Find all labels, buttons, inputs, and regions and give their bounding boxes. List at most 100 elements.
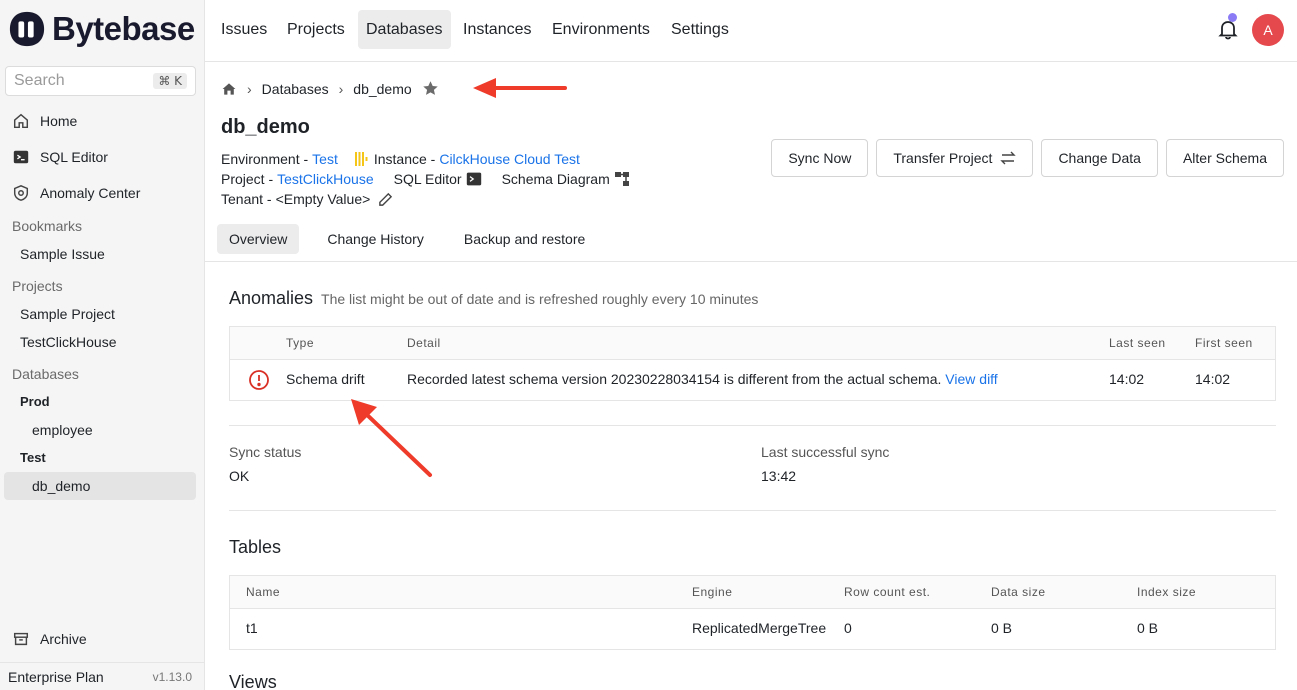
column-header: Row count est. [844, 585, 931, 599]
table-data-size: 0 B [991, 620, 1013, 636]
column-header: Last seen [1109, 336, 1166, 350]
search-input[interactable]: Search ⌘ K [5, 66, 196, 96]
database-item-selected[interactable]: db_demo [32, 478, 90, 494]
terminal-icon[interactable] [466, 171, 482, 187]
pencil-icon[interactable] [378, 192, 393, 207]
alter-schema-button[interactable]: Alter Schema [1165, 139, 1284, 177]
sync-status-label: Sync status [229, 444, 302, 460]
sub-tabs: Overview Change History Backup and resto… [217, 224, 597, 254]
last-sync-label: Last successful sync [761, 444, 890, 460]
project-item[interactable]: Sample Project [20, 306, 115, 322]
bell-icon[interactable] [1217, 18, 1239, 40]
tab-overview[interactable]: Overview [217, 224, 300, 254]
table-engine: ReplicatedMergeTree [692, 620, 827, 636]
bytebase-logo-icon [9, 11, 45, 47]
logo[interactable]: Bytebase [8, 10, 195, 48]
sidebar-item-label: Home [40, 113, 78, 129]
table-header: Type Detail Last seen First seen [230, 327, 1275, 360]
environment-label: Environment - [221, 151, 309, 167]
transfer-project-button[interactable]: Transfer Project [876, 139, 1034, 177]
page-title: db_demo [221, 116, 310, 138]
bookmark-item[interactable]: Sample Issue [20, 246, 105, 262]
sidebar-item-home[interactable]: Home [12, 112, 77, 130]
sidebar-item-sql-editor[interactable]: SQL Editor [12, 148, 108, 166]
project-item[interactable]: TestClickHouse [20, 334, 116, 350]
switch-arrows-icon [1000, 151, 1017, 165]
sidebar-item-label: Anomaly Center [40, 185, 141, 201]
project-link[interactable]: TestClickHouse [277, 171, 373, 187]
databases-heading: Databases [12, 366, 79, 382]
tenant-value: <Empty Value> [275, 191, 371, 207]
version-label: v1.13.0 [152, 669, 192, 684]
bookmarks-heading: Bookmarks [12, 218, 83, 234]
tab-issues[interactable]: Issues [213, 10, 275, 49]
clickhouse-icon [354, 152, 368, 166]
tab-projects[interactable]: Projects [279, 10, 353, 49]
env-label-test: Test [20, 450, 46, 465]
table-row-count: 0 [844, 620, 852, 636]
view-diff-link[interactable]: View diff [945, 371, 997, 387]
table-index-size: 0 B [1137, 620, 1159, 636]
last-sync-value: 13:42 [761, 468, 797, 484]
meta-line-project: Project - TestClickHouse SQL Editor Sche… [221, 171, 630, 187]
views-heading: Views [229, 672, 277, 690]
shield-icon [13, 185, 29, 201]
breadcrumb: › Databases › db_demo [221, 80, 439, 97]
button-label: Transfer Project [893, 150, 993, 166]
change-data-button[interactable]: Change Data [1041, 139, 1158, 177]
anomaly-detail: Recorded latest schema version 202302280… [407, 371, 998, 387]
schema-diagram-link[interactable]: Schema Diagram [502, 171, 610, 187]
avatar[interactable]: A [1252, 14, 1284, 46]
divider [205, 261, 1297, 262]
column-header: Type [286, 336, 315, 350]
star-icon[interactable] [422, 80, 439, 97]
sql-editor-link[interactable]: SQL Editor [394, 171, 462, 187]
action-buttons: Sync Now Transfer Project Change Data Al… [771, 139, 1284, 177]
table-name[interactable]: t1 [246, 620, 258, 636]
main-content: › Databases › db_demo db_demo Environmen… [205, 62, 1297, 690]
sidebar-item-archive[interactable]: Archive [12, 630, 87, 648]
error-icon [249, 370, 269, 390]
search-shortcut: ⌘ K [153, 73, 187, 89]
instance-label: Instance - [373, 151, 436, 167]
tab-settings[interactable]: Settings [663, 10, 737, 49]
column-header: First seen [1195, 336, 1253, 350]
chevron-right-icon: › [338, 80, 344, 97]
tab-instances[interactable]: Instances [455, 10, 539, 49]
env-label-prod: Prod [20, 394, 50, 409]
sidebar: Bytebase Search ⌘ K Home SQL Editor Anom… [0, 0, 205, 690]
environment-link[interactable]: Test [312, 151, 338, 167]
plan-label[interactable]: Enterprise Plan [8, 669, 104, 685]
anomalies-heading: Anomalies The list might be out of date … [229, 288, 758, 309]
anomalies-subtitle: The list might be out of date and is ref… [321, 291, 759, 307]
sidebar-item-label: SQL Editor [40, 149, 108, 165]
tab-environments[interactable]: Environments [544, 10, 658, 49]
table-row[interactable]: t1 ReplicatedMergeTree 0 0 B 0 B [230, 609, 1275, 649]
tables-table: Name Engine Row count est. Data size Ind… [229, 575, 1276, 650]
tables-title: Tables [229, 537, 282, 557]
breadcrumb-databases[interactable]: Databases [262, 81, 329, 97]
tab-change-history[interactable]: Change History [315, 224, 436, 254]
schema-diagram-icon[interactable] [614, 171, 630, 187]
button-label: Sync Now [788, 150, 852, 166]
first-seen: 14:02 [1195, 371, 1231, 387]
home-icon[interactable] [221, 81, 237, 97]
anomalies-table: Type Detail Last seen First seen Schema … [229, 326, 1276, 401]
sync-status-value: OK [229, 468, 250, 484]
projects-heading: Projects [12, 278, 63, 294]
meta-line-env: Environment - Test Instance - CilckHouse… [221, 151, 580, 167]
table-row: Schema drift Recorded latest schema vers… [230, 360, 1275, 400]
last-seen: 14:02 [1109, 371, 1145, 387]
tab-backup-restore[interactable]: Backup and restore [452, 224, 597, 254]
database-item[interactable]: employee [32, 422, 93, 438]
top-nav: Issues Projects Databases Instances Envi… [205, 0, 1297, 62]
sync-now-button[interactable]: Sync Now [771, 139, 869, 177]
tab-databases[interactable]: Databases [358, 10, 451, 49]
sidebar-item-anomaly-center[interactable]: Anomaly Center [12, 184, 140, 202]
notification-dot [1228, 13, 1237, 22]
instance-link[interactable]: CilckHouse Cloud Test [439, 151, 580, 167]
anomaly-type: Schema drift [286, 371, 365, 387]
button-label: Change Data [1058, 150, 1141, 166]
search-placeholder: Search [14, 72, 65, 89]
table-header: Name Engine Row count est. Data size Ind… [230, 576, 1275, 609]
